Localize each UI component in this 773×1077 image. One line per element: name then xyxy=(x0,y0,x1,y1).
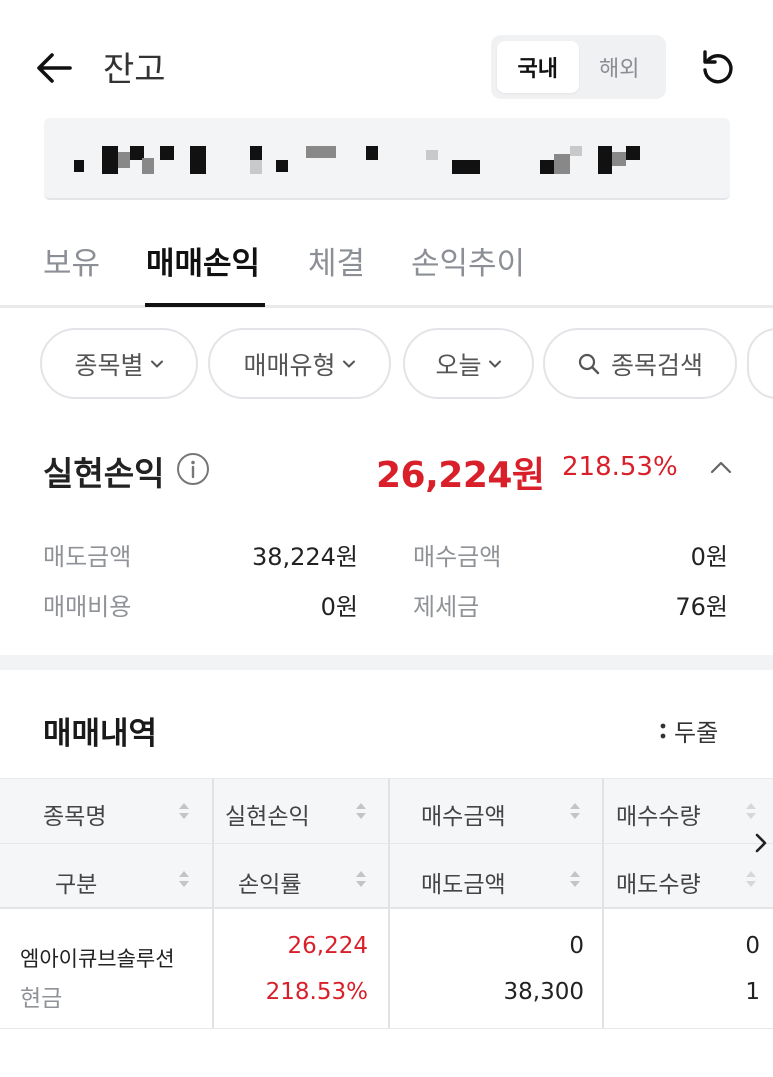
column-pnl-rate[interactable]: 손익률 xyxy=(238,865,301,899)
sell-qty-cell: 1 xyxy=(745,979,760,1005)
section-divider xyxy=(0,655,773,670)
filter-period-label: 오늘 xyxy=(435,350,482,380)
tab-trading-pnl[interactable]: 매매손익 xyxy=(146,238,260,283)
stock-search-button[interactable]: 종목검색 xyxy=(543,328,737,399)
trade-cost-value: 0원 xyxy=(320,593,358,621)
trade-cost-label: 매매비용 xyxy=(43,593,132,621)
back-arrow-icon xyxy=(37,53,72,83)
buy-amount-cell: 0 xyxy=(569,933,584,959)
segment-overseas[interactable]: 해외 xyxy=(579,41,661,93)
chevron-right-icon[interactable] xyxy=(752,831,770,855)
column-type[interactable]: 구분 xyxy=(55,865,97,899)
sort-icon[interactable] xyxy=(354,800,368,822)
search-icon xyxy=(578,353,600,374)
sort-icon[interactable] xyxy=(568,800,582,822)
column-sell-amount[interactable]: 매도금액 xyxy=(421,865,506,899)
trade-history-title: 매매내역 xyxy=(43,716,158,752)
buy-qty-cell: 0 xyxy=(745,933,760,959)
pnl-rate-cell: 218.53% xyxy=(265,979,368,1005)
stock-name-cell: 엠아이큐브솔루션 xyxy=(20,947,175,971)
tab-bar: 보유 매매손익 체결 손익추이 xyxy=(0,232,773,308)
filter-by-stock[interactable]: 종목별 xyxy=(40,328,198,399)
buy-amount-label: 매수금액 xyxy=(413,543,502,571)
tab-holdings[interactable]: 보유 xyxy=(43,238,100,283)
sell-amount-value: 38,224원 xyxy=(251,543,358,571)
column-sell-qty[interactable]: 매도수량 xyxy=(616,865,701,899)
column-realized-pnl[interactable]: 실현손익 xyxy=(225,797,310,831)
table-header: 종목명 실현손익 매수금액 매수수량 구분 손익률 매도금액 매도수량 xyxy=(0,778,773,910)
type-cell: 현금 xyxy=(20,986,63,1012)
back-button[interactable] xyxy=(30,44,78,92)
filter-more-chip[interactable] xyxy=(747,328,773,399)
column-buy-qty[interactable]: 매수수량 xyxy=(616,797,701,831)
filter-by-stock-label: 종목별 xyxy=(74,350,144,380)
realized-pnl-label: 실현손익 xyxy=(43,454,165,493)
table-row[interactable]: 엠아이큐브솔루션 현금 26,224 218.53% 0 38,300 0 1 xyxy=(0,909,773,1029)
sort-icon[interactable] xyxy=(568,868,582,890)
sell-amount-label: 매도금액 xyxy=(43,543,132,571)
account-selector[interactable] xyxy=(44,118,730,200)
filter-period[interactable]: 오늘 xyxy=(403,328,534,399)
realized-pnl-cell: 26,224 xyxy=(287,933,368,959)
active-tab-indicator xyxy=(145,303,265,307)
page-title: 잔고 xyxy=(103,50,166,90)
refresh-button[interactable] xyxy=(694,44,742,92)
two-line-view-toggle[interactable]: 두줄 xyxy=(660,713,718,748)
column-buy-amount[interactable]: 매수금액 xyxy=(421,797,506,831)
segment-domestic[interactable]: 국내 xyxy=(497,41,579,93)
chevron-down-icon xyxy=(150,360,163,367)
chevron-down-icon xyxy=(488,360,501,367)
info-icon xyxy=(177,453,209,485)
sort-icon[interactable] xyxy=(354,868,368,890)
stock-search-label: 종목검색 xyxy=(610,350,703,380)
tab-executions[interactable]: 체결 xyxy=(308,238,365,283)
filter-trade-type-label: 매매유형 xyxy=(243,350,336,380)
buy-amount-value: 0원 xyxy=(690,543,728,571)
two-dot-icon xyxy=(660,723,666,738)
info-button[interactable] xyxy=(176,452,210,486)
realized-pnl-rate: 218.53% xyxy=(562,452,678,482)
sort-icon[interactable] xyxy=(744,800,758,822)
sort-icon[interactable] xyxy=(744,868,758,890)
sort-icon[interactable] xyxy=(177,800,191,822)
sort-icon[interactable] xyxy=(177,868,191,890)
realized-pnl-amount: 26,224원 xyxy=(376,455,545,496)
chevron-down-icon xyxy=(342,360,355,367)
tax-value: 76원 xyxy=(675,593,728,621)
market-segment-control: 국내 해외 xyxy=(491,35,666,99)
tax-label: 제세금 xyxy=(413,593,480,621)
tab-pnl-trend[interactable]: 손익추이 xyxy=(411,238,525,283)
two-line-view-label: 두줄 xyxy=(674,719,719,747)
sell-amount-cell: 38,300 xyxy=(503,979,584,1005)
chevron-up-icon xyxy=(710,461,732,474)
column-stock-name[interactable]: 종목명 xyxy=(43,797,106,831)
refresh-icon xyxy=(703,50,733,84)
filter-trade-type[interactable]: 매매유형 xyxy=(208,328,391,399)
collapse-button[interactable] xyxy=(706,456,736,480)
